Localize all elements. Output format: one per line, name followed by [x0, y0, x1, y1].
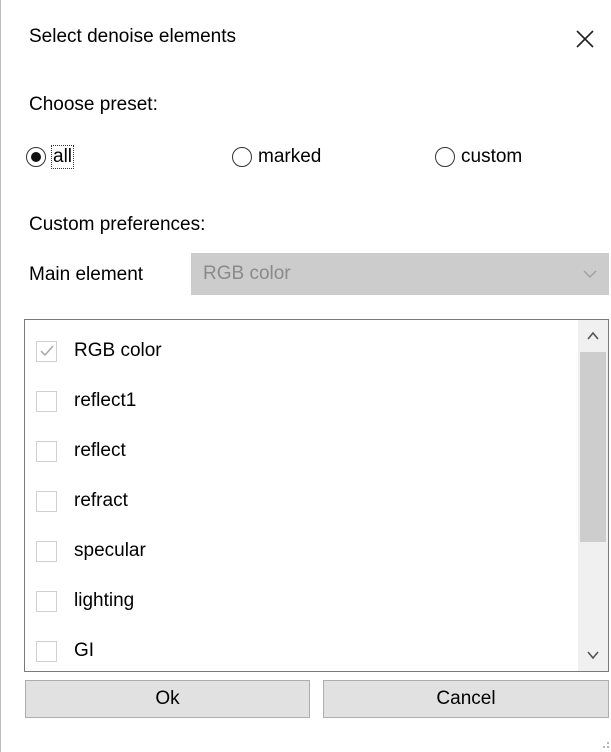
cancel-button[interactable]: Cancel	[323, 680, 609, 718]
radio-unselected-icon	[435, 147, 455, 167]
checkbox[interactable]	[36, 390, 57, 412]
main-element-value: RGB color	[203, 263, 291, 284]
list-item-label: refract	[74, 490, 128, 511]
list-item[interactable]: specular	[36, 538, 146, 564]
list-scrollbar[interactable]	[578, 320, 608, 671]
list-item-label: GI	[74, 640, 95, 661]
main-element-label: Main element	[29, 264, 144, 285]
list-item[interactable]: RGB color	[36, 338, 162, 364]
scroll-down-button[interactable]	[578, 642, 608, 668]
preset-radio-label: all	[50, 145, 75, 169]
dialog-title: Select denoise elements	[29, 26, 237, 47]
main-element-select[interactable]: RGB color	[191, 253, 609, 295]
list-item[interactable]: lighting	[36, 588, 134, 614]
denoise-dialog: Select denoise elements Choose preset: a…	[0, 0, 611, 752]
scroll-up-button[interactable]	[578, 323, 608, 349]
checkbox-checked[interactable]	[36, 340, 57, 362]
close-button[interactable]	[572, 26, 598, 52]
chevron-down-icon	[587, 651, 599, 660]
list-item[interactable]: reflect	[36, 438, 126, 464]
preset-radio-custom[interactable]: custom	[435, 143, 522, 171]
radio-unselected-icon	[232, 147, 252, 167]
ok-button[interactable]: Ok	[25, 680, 310, 718]
checkbox[interactable]	[36, 440, 57, 462]
resize-grip-icon[interactable]	[597, 736, 611, 750]
preset-radio-marked[interactable]: marked	[232, 143, 321, 171]
list-item[interactable]: refract	[36, 488, 128, 514]
scrollbar-thumb[interactable]	[580, 352, 606, 542]
chevron-up-icon	[587, 331, 599, 340]
radio-selected-icon	[26, 147, 46, 167]
list-item[interactable]: GI	[36, 638, 94, 664]
checkbox[interactable]	[36, 640, 57, 662]
chevron-down-icon	[583, 270, 597, 278]
list-item-label: reflect	[74, 440, 126, 461]
checkbox[interactable]	[36, 490, 57, 512]
preset-radio-all[interactable]: all	[26, 143, 75, 171]
close-icon	[576, 30, 594, 48]
preset-radio-label: custom	[461, 146, 523, 167]
checkmark-icon	[39, 345, 54, 357]
list-item-label: specular	[74, 540, 146, 561]
list-item[interactable]: reflect1	[36, 388, 136, 414]
checkbox[interactable]	[36, 590, 57, 612]
preset-radio-label: marked	[258, 146, 322, 167]
choose-preset-label: Choose preset:	[29, 94, 158, 115]
list-item-label: reflect1	[74, 390, 137, 411]
list-item-label: RGB color	[74, 340, 162, 361]
checkbox[interactable]	[36, 540, 57, 562]
custom-preferences-label: Custom preferences:	[29, 214, 206, 235]
list-item-label: lighting	[74, 590, 135, 611]
elements-list[interactable]: RGB color reflect1 reflect refract specu…	[24, 319, 609, 672]
